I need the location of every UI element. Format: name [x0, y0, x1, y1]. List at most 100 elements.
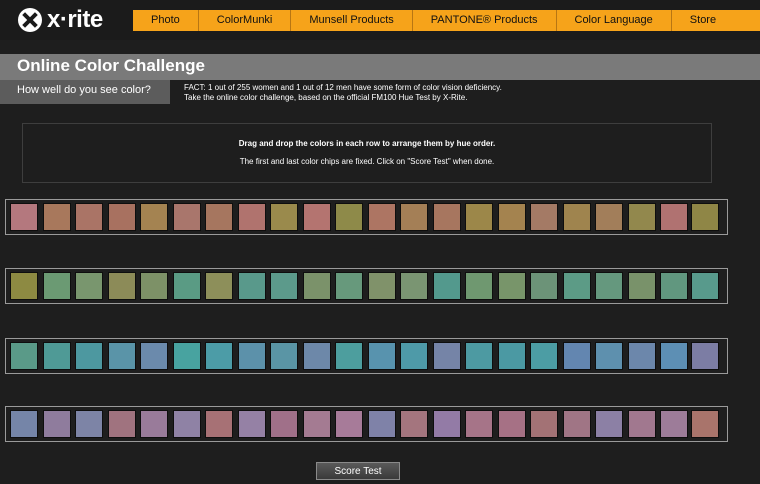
page-subtitle: How well do you see color?	[17, 84, 151, 96]
color-chip[interactable]	[270, 342, 298, 370]
fixed-color-chip	[10, 272, 38, 300]
color-chip[interactable]	[270, 272, 298, 300]
color-chip[interactable]	[497, 410, 526, 438]
score-test-button[interactable]: Score Test	[316, 462, 400, 480]
color-chip[interactable]	[302, 203, 331, 231]
color-chip[interactable]	[627, 342, 656, 370]
color-chip[interactable]	[530, 203, 558, 231]
color-chip[interactable]	[595, 410, 623, 438]
color-chip[interactable]	[465, 410, 493, 438]
color-chip[interactable]	[465, 203, 493, 231]
color-chip[interactable]	[400, 272, 428, 300]
color-chip[interactable]	[595, 272, 623, 300]
color-chip[interactable]	[432, 272, 461, 300]
nav-item-color-language[interactable]: Color Language	[555, 10, 671, 31]
color-chip[interactable]	[140, 410, 168, 438]
main-nav: Photo ColorMunki Munsell Products PANTON…	[133, 10, 760, 31]
color-chip[interactable]	[562, 272, 591, 300]
color-chip[interactable]	[75, 410, 103, 438]
fact-text: FACT: 1 out of 255 women and 1 out of 12…	[184, 83, 744, 103]
color-chip[interactable]	[237, 203, 266, 231]
color-chip[interactable]	[140, 272, 168, 300]
color-chip[interactable]	[172, 203, 201, 231]
color-chip[interactable]	[75, 272, 103, 300]
color-chip[interactable]	[107, 410, 136, 438]
color-chip[interactable]	[530, 410, 558, 438]
color-chip[interactable]	[562, 203, 591, 231]
color-chip[interactable]	[42, 342, 71, 370]
color-chip[interactable]	[627, 203, 656, 231]
color-chip[interactable]	[497, 203, 526, 231]
xrite-logo[interactable]: x·rite	[18, 6, 103, 33]
color-chip[interactable]	[627, 272, 656, 300]
fixed-color-chip	[10, 342, 38, 370]
color-chip[interactable]	[205, 203, 233, 231]
color-chip[interactable]	[367, 342, 396, 370]
color-chip[interactable]	[107, 203, 136, 231]
color-chip[interactable]	[530, 342, 558, 370]
color-chip[interactable]	[335, 203, 363, 231]
color-chip[interactable]	[367, 203, 396, 231]
color-chip[interactable]	[237, 272, 266, 300]
color-chip[interactable]	[302, 272, 331, 300]
color-chip[interactable]	[432, 342, 461, 370]
color-chip[interactable]	[172, 272, 201, 300]
color-chip[interactable]	[205, 410, 233, 438]
color-chip[interactable]	[107, 342, 136, 370]
fixed-color-chip	[691, 203, 719, 231]
color-chip[interactable]	[367, 272, 396, 300]
color-chip[interactable]	[42, 272, 71, 300]
color-chip[interactable]	[335, 410, 363, 438]
color-chip[interactable]	[400, 410, 428, 438]
nav-item-store[interactable]: Store	[670, 10, 734, 31]
color-chip[interactable]	[595, 203, 623, 231]
color-chip[interactable]	[42, 410, 71, 438]
color-chip[interactable]	[465, 342, 493, 370]
color-chip[interactable]	[270, 203, 298, 231]
color-chip[interactable]	[140, 203, 168, 231]
color-chip[interactable]	[627, 410, 656, 438]
color-chip[interactable]	[75, 342, 103, 370]
color-chip[interactable]	[205, 272, 233, 300]
color-chip[interactable]	[335, 272, 363, 300]
color-chip[interactable]	[237, 342, 266, 370]
title-bar: Online Color Challenge	[0, 54, 760, 80]
color-chip[interactable]	[562, 342, 591, 370]
color-chip[interactable]	[660, 410, 688, 438]
color-chip[interactable]	[562, 410, 591, 438]
page-title: Online Color Challenge	[17, 56, 205, 75]
color-chip[interactable]	[107, 272, 136, 300]
color-chip[interactable]	[530, 272, 558, 300]
color-chip[interactable]	[497, 272, 526, 300]
color-chip[interactable]	[237, 410, 266, 438]
color-chip[interactable]	[172, 342, 201, 370]
color-chip[interactable]	[75, 203, 103, 231]
chip-row-1	[5, 199, 728, 235]
color-chip[interactable]	[140, 342, 168, 370]
color-chip[interactable]	[400, 203, 428, 231]
color-chip[interactable]	[302, 342, 331, 370]
color-chip[interactable]	[302, 410, 331, 438]
color-chip[interactable]	[660, 342, 688, 370]
nav-item-pantone-products[interactable]: PANTONE® Products	[411, 10, 556, 31]
color-chip[interactable]	[400, 342, 428, 370]
instructions-line-2: The first and last color chips are fixed…	[239, 157, 495, 166]
color-chip[interactable]	[432, 203, 461, 231]
nav-item-photo[interactable]: Photo	[133, 10, 198, 31]
nav-item-munsell-products[interactable]: Munsell Products	[290, 10, 411, 31]
color-chip[interactable]	[595, 342, 623, 370]
color-chip[interactable]	[497, 342, 526, 370]
color-chip[interactable]	[660, 272, 688, 300]
color-chip[interactable]	[172, 410, 201, 438]
nav-item-colormunki[interactable]: ColorMunki	[197, 10, 291, 31]
color-chip[interactable]	[270, 410, 298, 438]
color-chip[interactable]	[42, 203, 71, 231]
color-chip[interactable]	[465, 272, 493, 300]
color-chip[interactable]	[367, 410, 396, 438]
fixed-color-chip	[10, 410, 38, 438]
color-chip[interactable]	[660, 203, 688, 231]
color-chip[interactable]	[335, 342, 363, 370]
color-chip[interactable]	[432, 410, 461, 438]
chip-row-4	[5, 406, 728, 442]
color-chip[interactable]	[205, 342, 233, 370]
